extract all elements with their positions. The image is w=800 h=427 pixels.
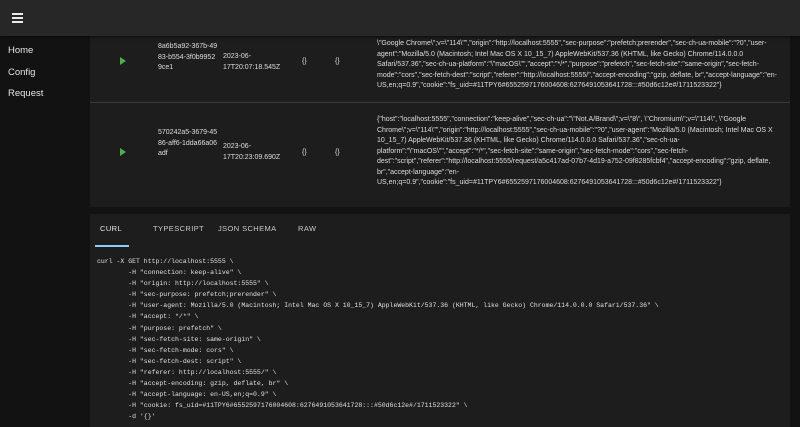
play-icon[interactable] <box>120 57 126 65</box>
active-tab-indicator <box>95 245 129 247</box>
headers-cell: \"Google Chrome\";v=\"114\"","origin":"h… <box>377 40 777 89</box>
tab-raw[interactable]: RAW <box>298 224 316 233</box>
body-cell: {} <box>335 58 340 65</box>
sidebar-item-request[interactable]: Request <box>8 88 43 99</box>
sidebar: Home Config Request <box>0 36 82 427</box>
sidebar-item-config[interactable]: Config <box>8 67 35 78</box>
app-bar <box>0 0 800 36</box>
table-row: 8a6b5a92-367b-4983-b554-3f0b99529ce1 202… <box>90 36 790 103</box>
tab-typescript[interactable]: TYPESCRIPT <box>153 224 204 233</box>
params-cell: {} <box>302 149 307 156</box>
sidebar-item-home[interactable]: Home <box>8 45 33 56</box>
body-cell: {} <box>335 149 340 156</box>
requests-table: 8a6b5a92-367b-4983-b554-3f0b99529ce1 202… <box>90 36 790 207</box>
play-icon[interactable] <box>120 148 126 156</box>
request-id: 8a6b5a92-367b-4983-b554-3f0b99529ce1 <box>158 43 218 71</box>
request-date: 2023-06-17T20:07:18.545Z <box>223 53 281 71</box>
request-id: 570242a5-3679-4586-aff6-1dda66a06adf <box>158 129 218 157</box>
params-cell: {} <box>302 58 307 65</box>
menu-icon[interactable] <box>8 8 28 28</box>
curl-code: curl -X GET http://localhost:5555 \ -H "… <box>97 258 659 421</box>
table-row: 570242a5-3679-4586-aff6-1dda66a06adf 202… <box>90 103 790 207</box>
tab-curl[interactable]: CURL <box>100 224 122 233</box>
request-date: 2023-06-17T20:23:09.690Z <box>223 143 281 161</box>
main-content: 8a6b5a92-367b-4983-b554-3f0b99529ce1 202… <box>90 36 790 427</box>
code-panel: CURL TYPESCRIPT JSON SCHEMA RAW curl -X … <box>90 214 790 427</box>
headers-cell: {"host":"localhost:5555","connection":"k… <box>377 116 773 186</box>
tab-json-schema[interactable]: JSON SCHEMA <box>218 224 277 233</box>
